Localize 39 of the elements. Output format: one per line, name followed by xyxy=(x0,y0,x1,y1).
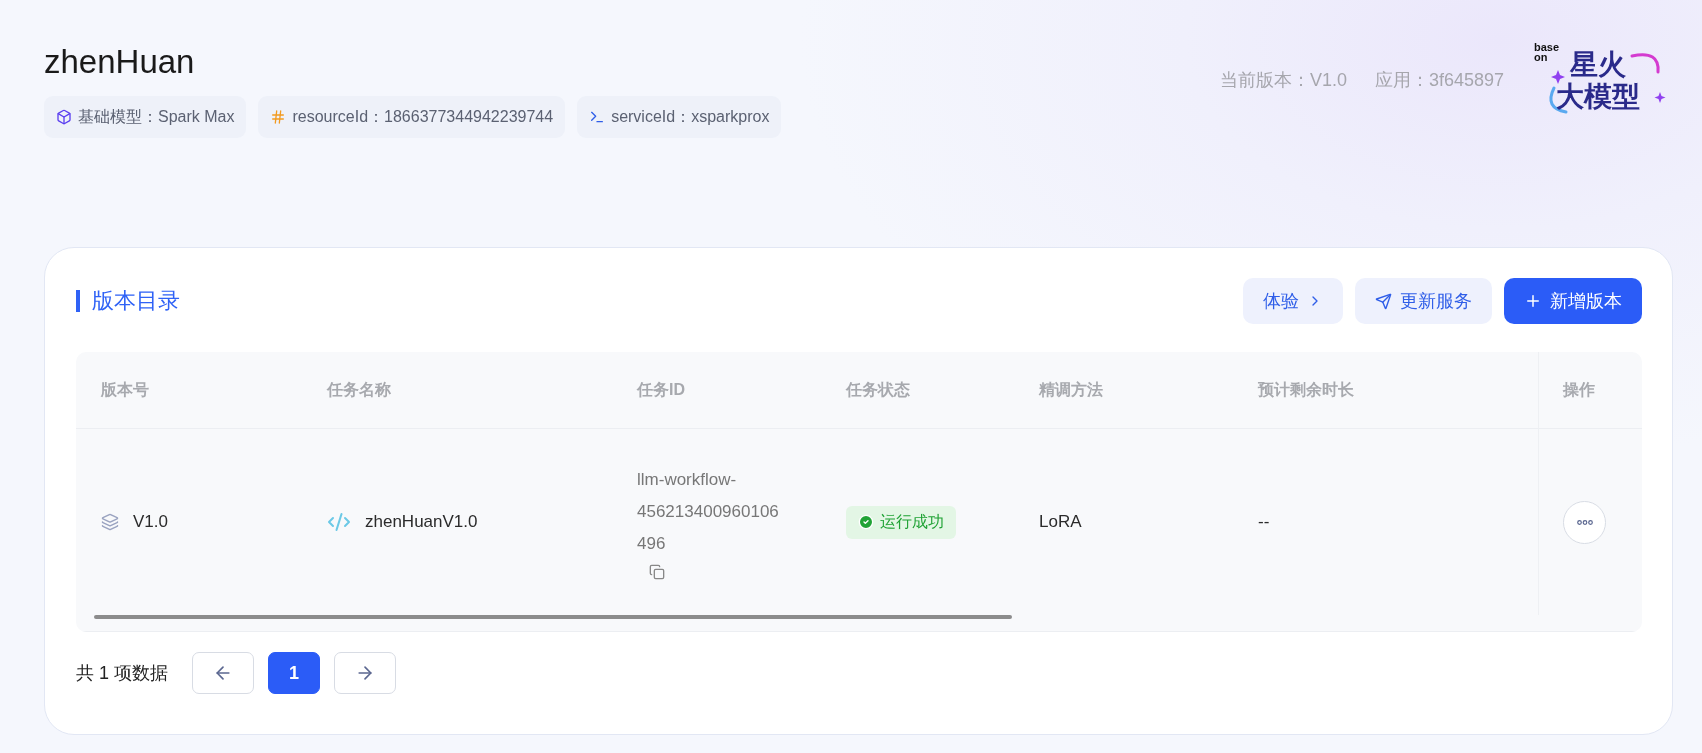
try-button[interactable]: 体验 xyxy=(1243,278,1343,324)
info-tag: 基础模型：Spark Max xyxy=(44,96,247,138)
column-header: 任务状态 xyxy=(821,352,1014,429)
table-cell-text: llm-workflow-456213400960106496 xyxy=(637,469,780,555)
add-button[interactable]: 新增版本 xyxy=(1504,278,1642,324)
page-button[interactable]: 1 xyxy=(268,652,321,694)
column-header: 精调方法 xyxy=(1014,352,1233,429)
page-title: zhenHuan xyxy=(44,42,196,82)
previous-page-button[interactable] xyxy=(192,652,254,694)
total-count: 共 1 项数据 xyxy=(76,662,168,685)
check-icon xyxy=(858,514,874,530)
column-header: 预计剩余时长 xyxy=(1233,352,1497,429)
column-header: 任务名称 xyxy=(302,352,612,429)
status-badge: 运行成功 xyxy=(846,505,956,539)
scrollbar[interactable] xyxy=(94,615,1012,619)
info-tag: serviceId：xsparkprox xyxy=(577,96,782,138)
next-page-button[interactable] xyxy=(334,652,397,694)
update-button[interactable]: 更新服务 xyxy=(1355,278,1492,324)
info-tag: resourceId：1866377344942239744 xyxy=(258,96,566,138)
table-cell: zhenHuanV1.0 xyxy=(365,512,478,532)
plus-icon xyxy=(1524,292,1542,310)
terminal-icon xyxy=(589,109,606,125)
more-button[interactable] xyxy=(1563,500,1606,544)
column-header: 版本号 xyxy=(76,352,302,429)
copy-icon[interactable] xyxy=(649,564,665,580)
meta-text: 应用：3f645897 xyxy=(1374,69,1504,92)
column-header: 操作 xyxy=(1538,352,1642,429)
section-title: 版本目录 xyxy=(76,290,180,312)
more-icon xyxy=(1576,519,1593,525)
model-icon xyxy=(56,109,72,125)
code-icon xyxy=(327,510,351,534)
meta-text: 当前版本：V1.0 xyxy=(1219,69,1347,92)
layers-icon xyxy=(101,513,119,531)
table-cell: V1.0 xyxy=(133,512,168,532)
table-cell: LoRA xyxy=(1039,512,1082,532)
table-cell: -- xyxy=(1258,512,1270,532)
column-header: 任务ID xyxy=(612,352,821,429)
hash-icon xyxy=(270,109,287,125)
send-icon xyxy=(1375,292,1392,310)
